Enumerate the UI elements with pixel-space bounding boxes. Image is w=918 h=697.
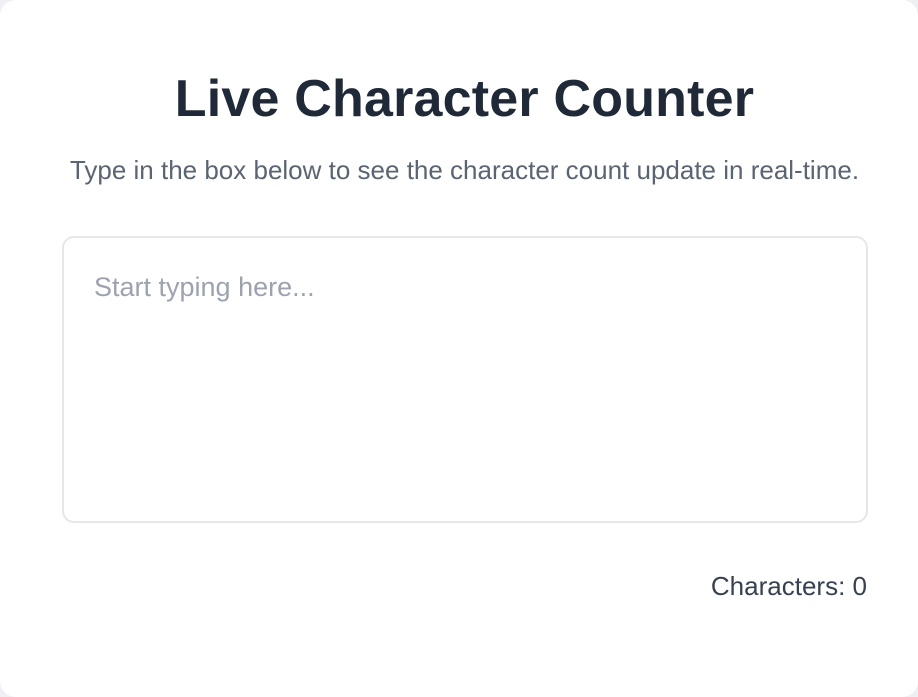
counter-card: Live Character Counter Type in the box b… [0, 0, 918, 697]
page-title: Live Character Counter [174, 70, 755, 128]
counter-value: 0 [852, 571, 867, 601]
text-input-area[interactable] [62, 236, 868, 523]
page-subtitle: Type in the box below to see the charact… [69, 155, 860, 185]
character-counter: Characters: 0 [62, 568, 867, 604]
counter-label: Characters: [710, 571, 846, 601]
